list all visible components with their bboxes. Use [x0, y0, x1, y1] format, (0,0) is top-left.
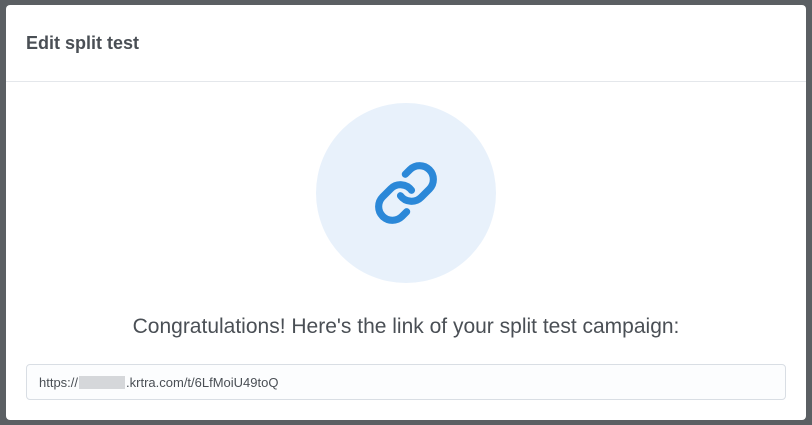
congratulations-message: Congratulations! Here's the link of your…	[132, 315, 680, 338]
link-suffix: .krtra.com/t/6LfMoiU49toQ	[126, 374, 279, 390]
redacted-subdomain	[79, 375, 126, 389]
modal-header: Edit split test	[6, 5, 806, 82]
split-test-modal: Edit split test Congratulations! Here's …	[6, 5, 806, 420]
link-prefix: https://	[39, 374, 79, 390]
modal-title: Edit split test	[26, 32, 140, 53]
link-icon	[375, 162, 437, 224]
split-test-link-field[interactable]: https:// .krtra.com/t/6LfMoiU49toQ	[26, 364, 786, 400]
link-icon-circle	[316, 103, 496, 283]
